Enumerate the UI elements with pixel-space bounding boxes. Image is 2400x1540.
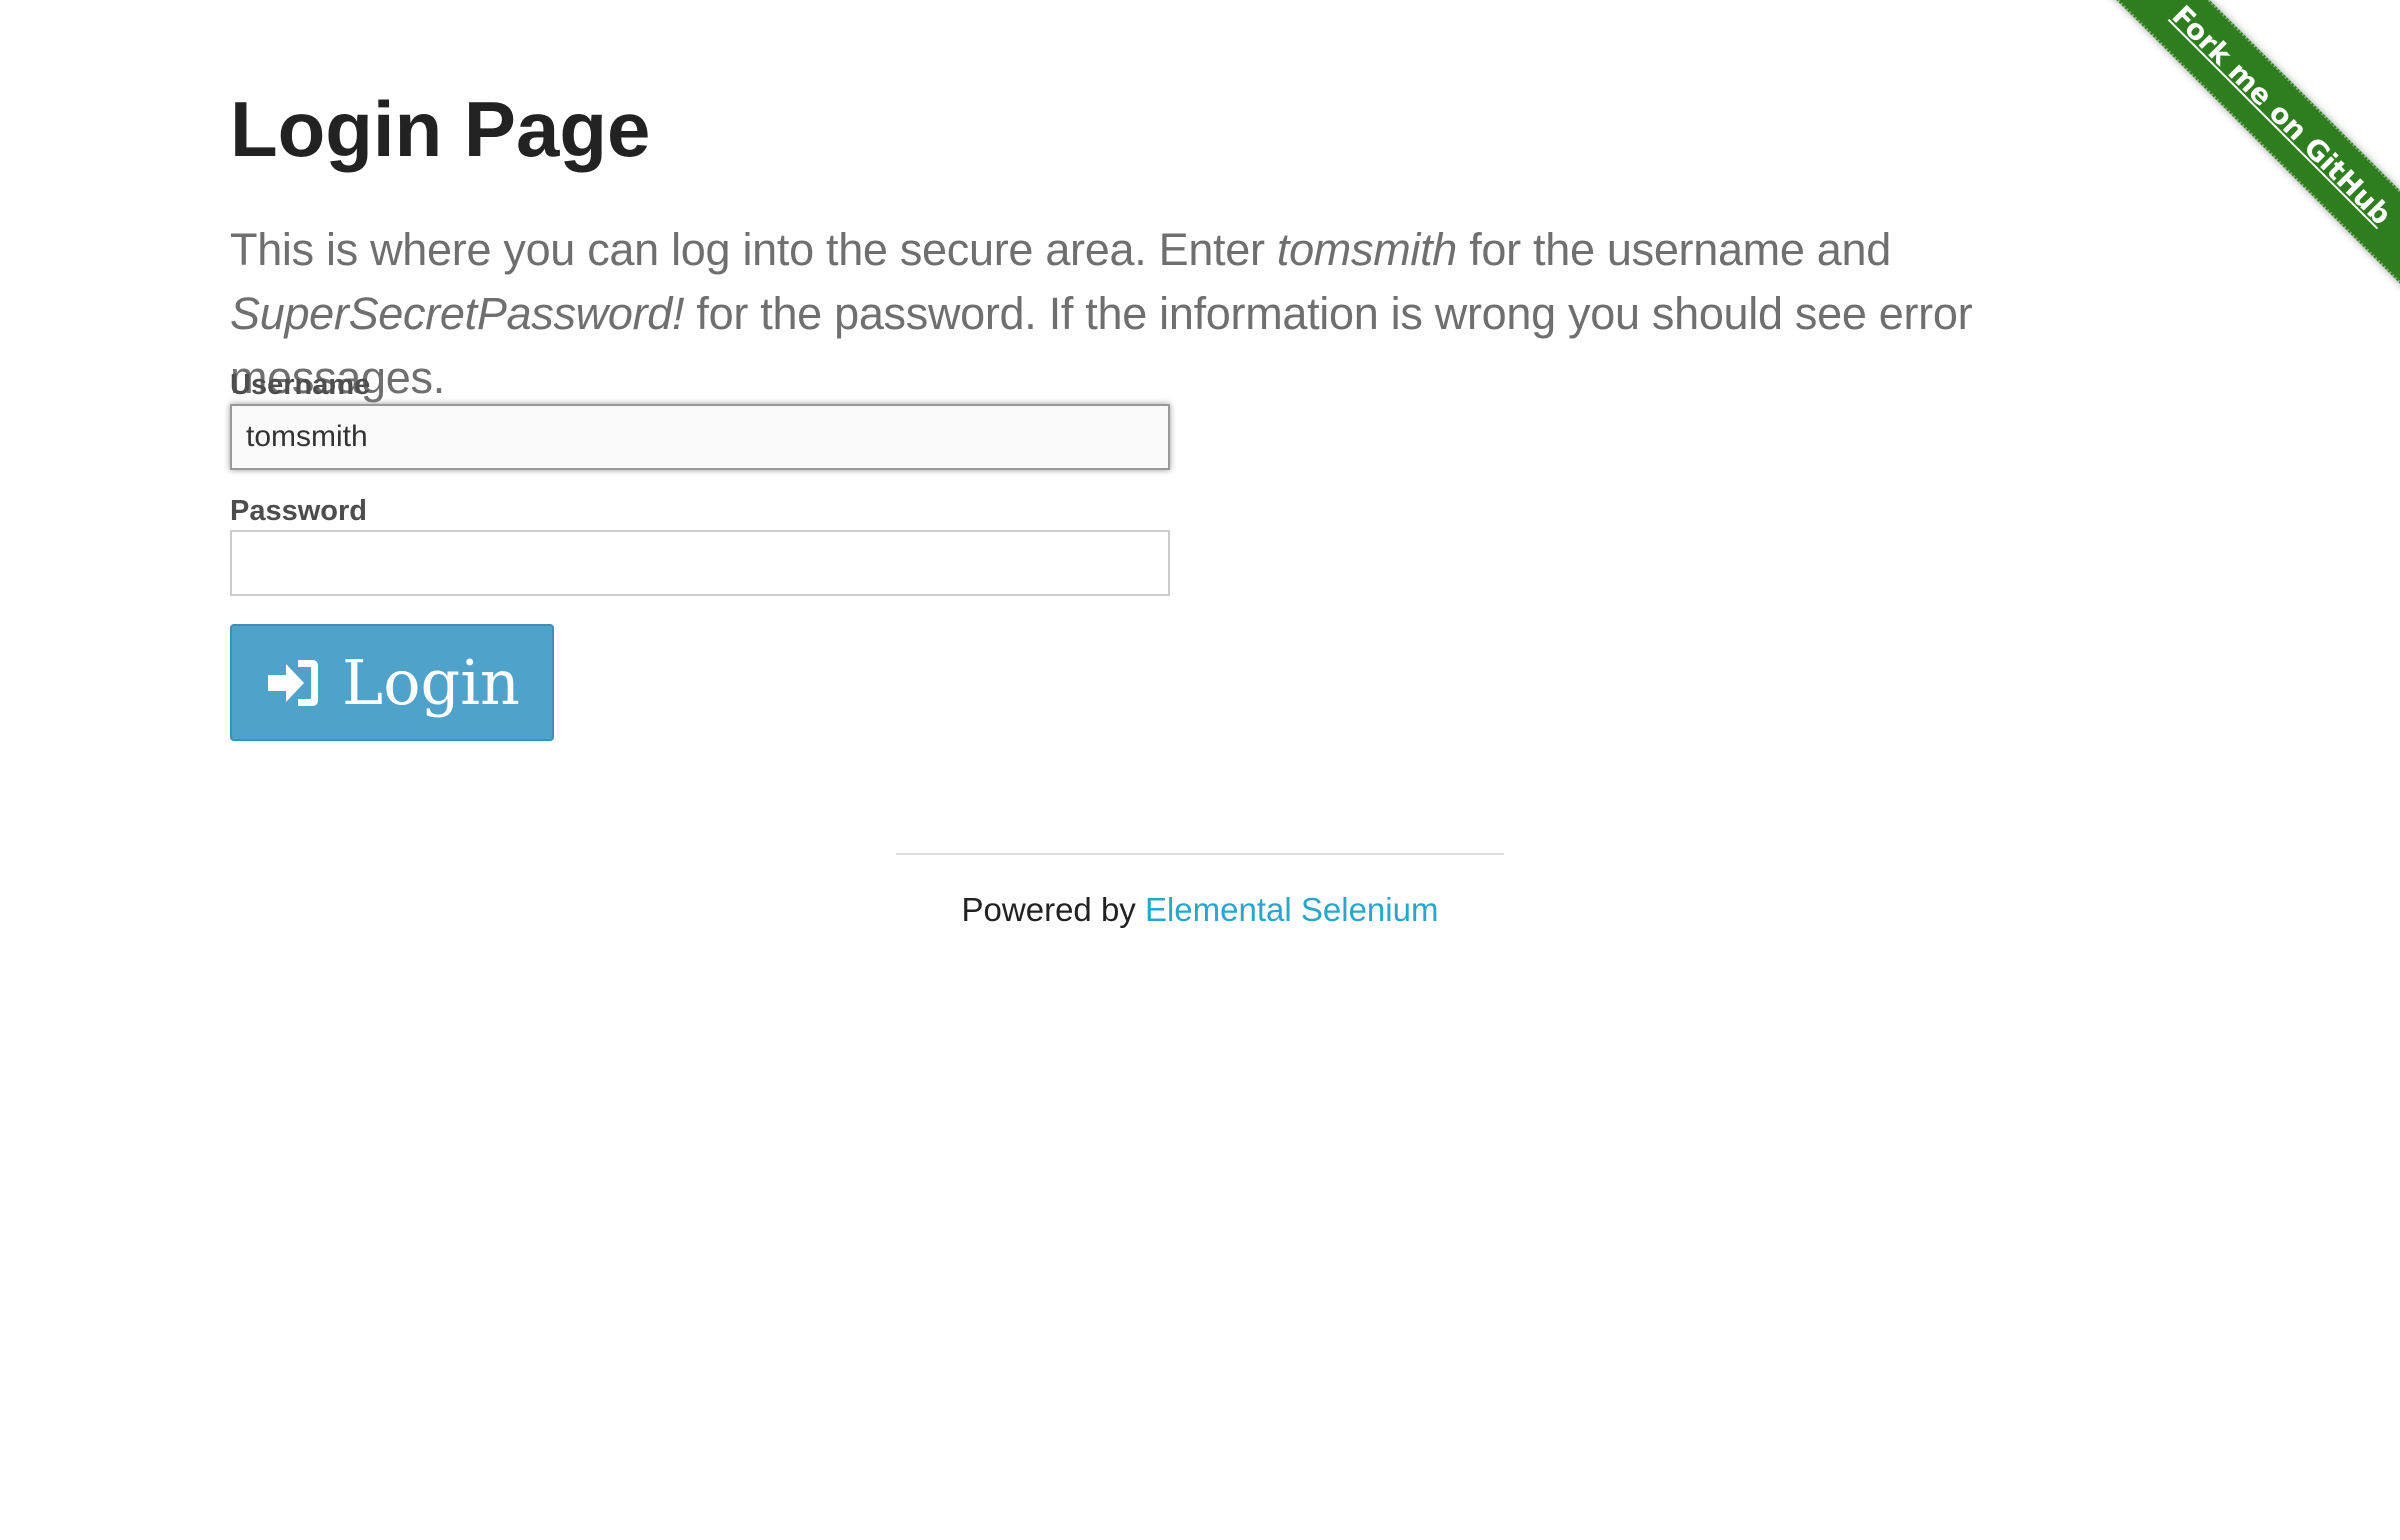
intro-text: This is where you can log into the secur… <box>230 218 2190 410</box>
username-input[interactable] <box>230 404 1170 470</box>
fork-me-on-github-link[interactable]: Fork me on GitHub <box>2101 0 2400 296</box>
password-input[interactable] <box>230 530 1170 596</box>
login-button-label: Login <box>342 646 520 719</box>
footer: Powered by Elemental Selenium <box>0 888 2400 932</box>
username-hint: tomsmith <box>1276 224 1458 275</box>
sign-in-icon <box>264 656 322 710</box>
page: Login Page This is where you can log int… <box>0 0 2400 1540</box>
footer-divider <box>896 853 1504 855</box>
github-ribbon[interactable]: Fork me on GitHub <box>2100 0 2400 300</box>
password-hint: SuperSecretPassword! <box>230 288 685 339</box>
page-title: Login Page <box>230 85 651 173</box>
intro-text-part2: for the username and <box>1457 224 1891 275</box>
footer-prefix: Powered by <box>961 891 1145 928</box>
elemental-selenium-link[interactable]: Elemental Selenium <box>1145 891 1439 928</box>
intro-text-part1: This is where you can log into the secur… <box>230 224 1277 275</box>
password-label: Password <box>230 495 367 527</box>
username-label: Username <box>230 369 371 401</box>
login-button[interactable]: Login <box>230 624 554 741</box>
